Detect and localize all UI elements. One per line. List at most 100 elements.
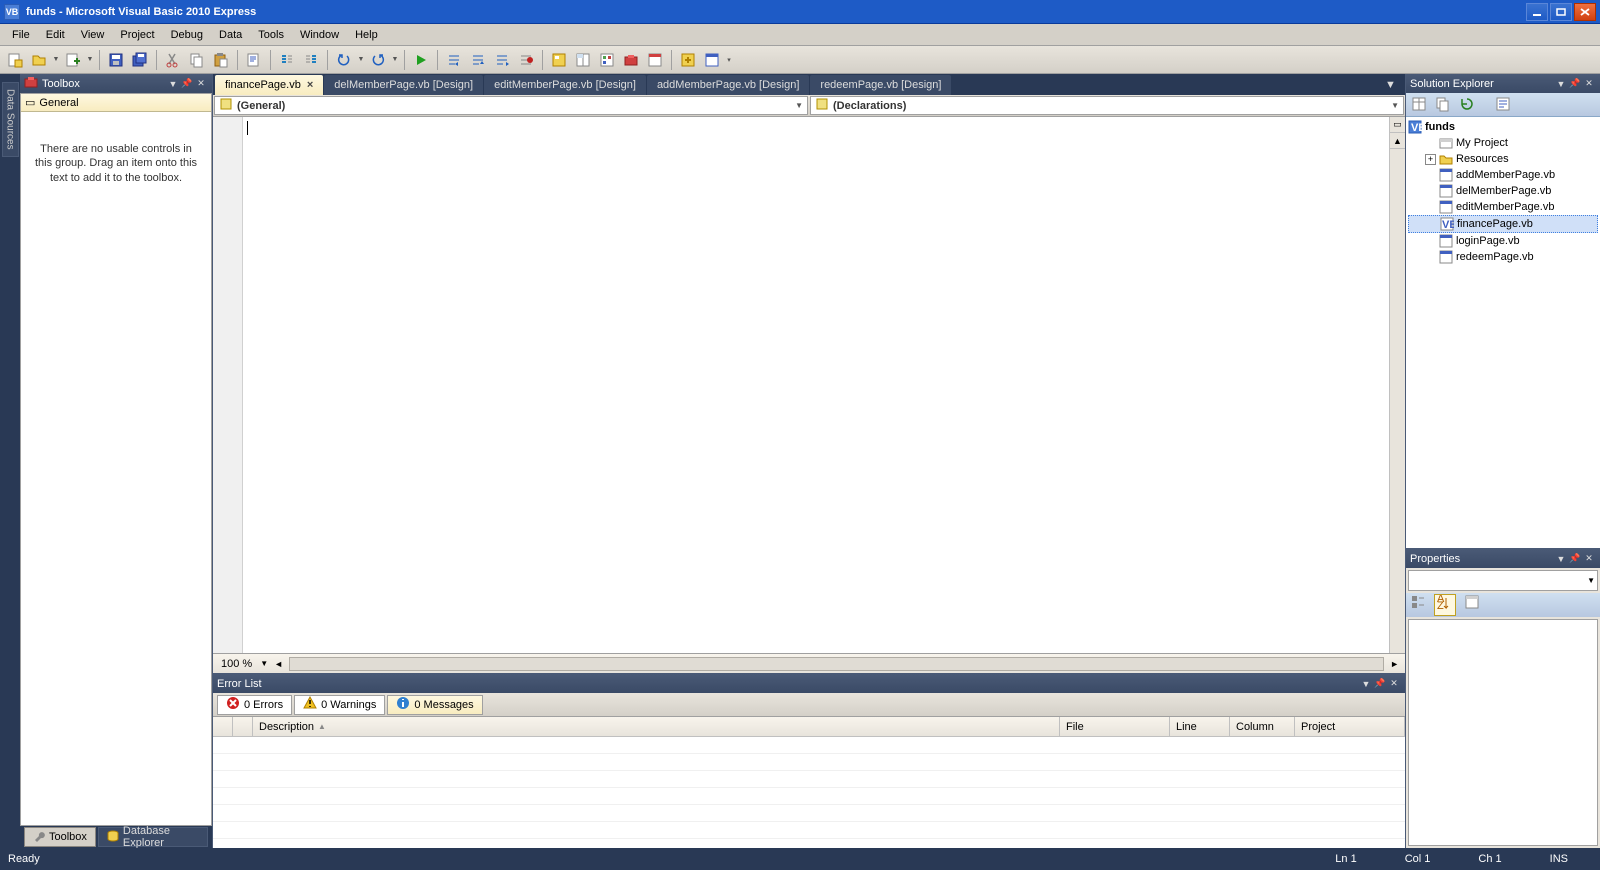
copy-button[interactable] [186, 49, 208, 71]
col-column[interactable]: Column [1230, 717, 1295, 736]
col-num[interactable] [233, 717, 253, 736]
split-button[interactable]: ▭ [1390, 117, 1405, 133]
props-dropdown-button[interactable]: ▼ [1554, 552, 1568, 566]
tree-node-financepage-vb[interactable]: VBfinancePage.vb [1408, 215, 1598, 233]
properties-window-button[interactable] [572, 49, 594, 71]
toolbox-pin-button[interactable]: 📌 [180, 77, 194, 91]
categorized-button[interactable] [1410, 594, 1432, 616]
menu-project[interactable]: Project [112, 27, 162, 43]
find-button[interactable] [243, 49, 265, 71]
zoom-level[interactable]: 100 % [217, 658, 256, 670]
errorlist-close-button[interactable]: ✕ [1387, 677, 1401, 691]
property-pages-button[interactable] [1464, 594, 1486, 616]
redo-dropdown[interactable]: ▼ [391, 49, 399, 71]
props-close-button[interactable]: ✕ [1582, 552, 1596, 566]
open-dropdown[interactable]: ▼ [52, 49, 60, 71]
minimize-button[interactable] [1526, 3, 1548, 21]
props-pin-button[interactable]: 📌 [1568, 552, 1582, 566]
add-item-button[interactable] [62, 49, 84, 71]
properties-grid[interactable] [1408, 619, 1598, 846]
redo-button[interactable] [367, 49, 389, 71]
cut-button[interactable] [162, 49, 184, 71]
tabs-dropdown-button[interactable]: ▼ [1385, 79, 1401, 95]
messages-filter[interactable]: 0 Messages [387, 695, 482, 715]
bottom-tab-toolbox[interactable]: Toolbox [24, 827, 96, 847]
scroll-right-button[interactable]: ► [1388, 659, 1401, 669]
data-sources-tab[interactable]: Data Sources [2, 82, 19, 157]
scroll-left-button[interactable]: ◄ [272, 659, 285, 669]
tree-node-loginpage-vb[interactable]: loginPage.vb [1408, 233, 1598, 249]
solexp-dropdown-button[interactable]: ▼ [1554, 77, 1568, 91]
properties-object-dropdown[interactable]: ▼ [1408, 570, 1598, 591]
toolbar-overflow[interactable]: ▾ [725, 49, 733, 71]
menu-window[interactable]: Window [292, 27, 347, 43]
tab-financepage[interactable]: financePage.vb × [215, 75, 323, 95]
toolbox-close-button[interactable]: ✕ [194, 77, 208, 91]
breakpoint-button[interactable] [515, 49, 537, 71]
solexp-pin-button[interactable]: 📌 [1568, 77, 1582, 91]
horizontal-scrollbar[interactable] [289, 657, 1384, 671]
tree-node-resources[interactable]: +Resources [1408, 151, 1598, 167]
comment-button[interactable] [276, 49, 298, 71]
menu-data[interactable]: Data [211, 27, 250, 43]
undo-button[interactable] [333, 49, 355, 71]
warnings-filter[interactable]: 0 Warnings [294, 695, 385, 715]
col-icon[interactable] [213, 717, 233, 736]
nav-up-button[interactable]: ▲ [1390, 133, 1405, 149]
window-layout-button[interactable] [701, 49, 723, 71]
save-all-button[interactable] [129, 49, 151, 71]
undo-dropdown[interactable]: ▼ [357, 49, 365, 71]
menu-edit[interactable]: Edit [38, 27, 73, 43]
refresh-button[interactable] [1458, 95, 1478, 115]
step-out-button[interactable] [491, 49, 513, 71]
tab-redeempage[interactable]: redeemPage.vb [Design] [810, 75, 951, 95]
tree-node-editmemberpage-vb[interactable]: editMemberPage.vb [1408, 199, 1598, 215]
col-description[interactable]: Description ▲ [253, 717, 1060, 736]
add-dropdown[interactable]: ▼ [86, 49, 94, 71]
toolbox-dropdown-button[interactable]: ▼ [166, 77, 180, 91]
tab-close-icon[interactable]: × [307, 79, 313, 91]
new-project-button[interactable] [4, 49, 26, 71]
tree-node-delmemberpage-vb[interactable]: delMemberPage.vb [1408, 183, 1598, 199]
tree-node-addmemberpage-vb[interactable]: addMemberPage.vb [1408, 167, 1598, 183]
col-file[interactable]: File [1060, 717, 1170, 736]
menu-view[interactable]: View [73, 27, 113, 43]
tab-editmemberpage[interactable]: editMemberPage.vb [Design] [484, 75, 646, 95]
alphabetical-button[interactable]: AZ [1434, 594, 1456, 616]
close-button[interactable] [1574, 3, 1596, 21]
class-dropdown[interactable]: (General) ▼ [214, 96, 808, 115]
solexp-close-button[interactable]: ✕ [1582, 77, 1596, 91]
col-project[interactable]: Project [1295, 717, 1405, 736]
uncomment-button[interactable] [300, 49, 322, 71]
bottom-tab-db-explorer[interactable]: Database Explorer [98, 827, 208, 847]
toolbox-button[interactable] [620, 49, 642, 71]
menu-debug[interactable]: Debug [163, 27, 211, 43]
errorlist-dropdown-button[interactable]: ▼ [1359, 677, 1373, 691]
col-line[interactable]: Line [1170, 717, 1230, 736]
expand-icon[interactable]: + [1425, 154, 1436, 165]
code-editor[interactable]: ▭ ▲ [213, 117, 1405, 653]
start-debug-button[interactable] [410, 49, 432, 71]
menu-tools[interactable]: Tools [250, 27, 292, 43]
tree-node-redeempage-vb[interactable]: redeemPage.vb [1408, 249, 1598, 265]
toolbox-group-general[interactable]: ▭ General [21, 94, 211, 112]
tree-root[interactable]: VB funds [1408, 119, 1598, 135]
paste-button[interactable] [210, 49, 232, 71]
view-code-button[interactable] [1494, 95, 1514, 115]
step-into-button[interactable] [443, 49, 465, 71]
start-page-button[interactable] [644, 49, 666, 71]
extension-manager-button[interactable] [677, 49, 699, 71]
show-all-files-button[interactable] [1434, 95, 1454, 115]
menu-help[interactable]: Help [347, 27, 386, 43]
step-over-button[interactable] [467, 49, 489, 71]
tab-addmemberpage[interactable]: addMemberPage.vb [Design] [647, 75, 809, 95]
zoom-dropdown-icon[interactable]: ▼ [260, 659, 268, 668]
open-file-button[interactable] [28, 49, 50, 71]
editor-text-area[interactable] [243, 117, 1389, 653]
errors-filter[interactable]: 0 Errors [217, 695, 292, 715]
errorlist-pin-button[interactable]: 📌 [1373, 677, 1387, 691]
object-browser-button[interactable] [596, 49, 618, 71]
save-button[interactable] [105, 49, 127, 71]
method-dropdown[interactable]: (Declarations) ▼ [810, 96, 1404, 115]
maximize-button[interactable] [1550, 3, 1572, 21]
